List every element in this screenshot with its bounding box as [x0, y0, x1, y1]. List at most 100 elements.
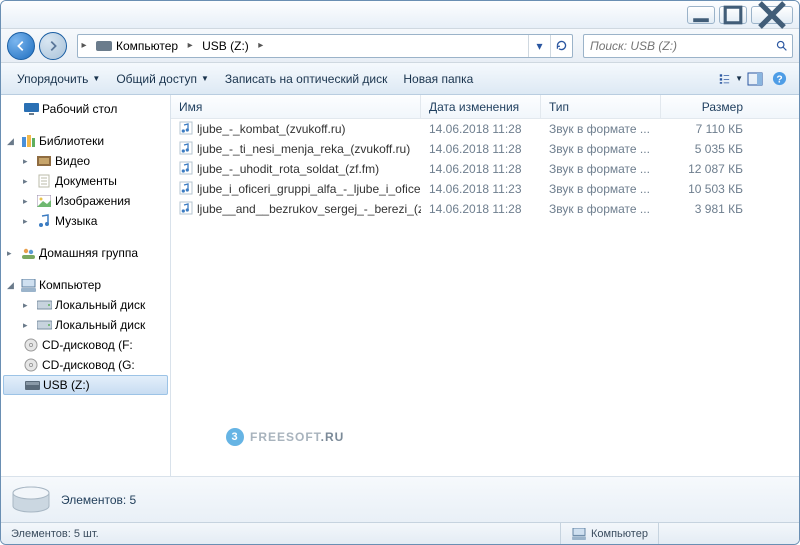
organize-menu[interactable]: Упорядочить ▼	[9, 68, 108, 90]
file-row[interactable]: ljube_-_ti_nesi_menja_reka_(zvukoff.ru)1…	[171, 139, 799, 159]
tree-label: USB (Z:)	[43, 378, 90, 392]
file-date: 14.06.2018 11:28	[421, 202, 541, 216]
audio-file-icon	[179, 181, 193, 198]
preview-pane-button[interactable]	[743, 67, 767, 91]
tree-video[interactable]: ▸Видео	[1, 151, 170, 171]
file-name: ljube_-_kombat_(zvukoff.ru)	[197, 122, 346, 136]
file-type: Звук в формате ...	[541, 122, 661, 136]
tree-cd-f[interactable]: CD-дисковод (F:	[1, 335, 170, 355]
watermark-badge: 3	[226, 428, 244, 446]
tree-label: Документы	[55, 174, 117, 188]
organize-label: Упорядочить	[17, 72, 88, 86]
audio-file-icon	[179, 161, 193, 178]
file-name: ljube_-_uhodit_rota_soldat_(zf.fm)	[197, 162, 379, 176]
chevron-right-icon[interactable]: ▸	[78, 40, 90, 51]
file-name-cell: ljube_-_kombat_(zvukoff.ru)	[171, 121, 421, 138]
file-name-cell: ljube_-_ti_nesi_menja_reka_(zvukoff.ru)	[171, 141, 421, 158]
share-menu[interactable]: Общий доступ▼	[108, 68, 217, 90]
cd-icon	[23, 357, 39, 373]
file-row[interactable]: ljube_-_kombat_(zvukoff.ru) 14.06.2018 11…	[171, 119, 799, 139]
file-type: Звук в формате ...	[541, 202, 661, 216]
view-options-button[interactable]: ▼	[719, 67, 743, 91]
file-list[interactable]: ljube_-_kombat_(zvukoff.ru) 14.06.2018 11…	[171, 119, 799, 476]
tree-usb-selected[interactable]: USB (Z:)	[3, 375, 168, 395]
breadcrumb-computer[interactable]: Компьютер	[90, 35, 184, 57]
expander-icon[interactable]: ▸	[7, 248, 17, 259]
computer-icon	[571, 526, 587, 542]
audio-file-icon	[179, 121, 193, 138]
tree-label: Локальный диск	[55, 318, 145, 332]
tree-label: Компьютер	[39, 278, 101, 292]
file-date: 14.06.2018 11:28	[421, 122, 541, 136]
refresh-button[interactable]	[550, 35, 572, 57]
tree-homegroup[interactable]: ▸ Домашняя группа	[1, 243, 170, 263]
back-button[interactable]	[7, 32, 35, 60]
tree-libraries[interactable]: ◢Библиотеки	[1, 131, 170, 151]
watermark-brand: FREESOFT	[250, 430, 321, 444]
expander-open-icon[interactable]: ◢	[7, 136, 17, 147]
tree-documents[interactable]: ▸ Документы	[1, 171, 170, 191]
column-date[interactable]: Дата изменения	[421, 95, 541, 118]
expander-icon[interactable]: ▸	[23, 196, 33, 207]
column-name[interactable]: Имя	[171, 95, 421, 118]
file-row[interactable]: ljube_i_oficeri_gruppi_alfa_-_ljube_i_of…	[171, 179, 799, 199]
new-folder-button[interactable]: Новая папка	[395, 68, 481, 90]
file-type: Звук в формате ...	[541, 142, 661, 156]
tree-cd-g[interactable]: CD-дисковод (G:	[1, 355, 170, 375]
chevron-right-icon[interactable]: ▸	[184, 40, 196, 51]
file-row[interactable]: ljube__and__bezrukov_sergej_-_berezi_(zv…	[171, 199, 799, 219]
file-size: 12 087 КБ	[661, 162, 751, 176]
computer-icon	[20, 277, 36, 293]
maximize-button[interactable]	[719, 6, 747, 24]
column-size[interactable]: Размер	[661, 95, 751, 118]
minimize-button[interactable]	[687, 6, 715, 24]
status-count: Элементов: 5 шт.	[11, 528, 99, 540]
drive-icon	[24, 377, 40, 393]
new-folder-label: Новая папка	[403, 72, 473, 86]
file-name-cell: ljube_-_uhodit_rota_soldat_(zf.fm)	[171, 161, 421, 178]
chevron-down-icon: ▼	[201, 74, 209, 83]
tree-label: Рабочий стол	[42, 102, 117, 116]
burn-button[interactable]: Записать на оптический диск	[217, 68, 396, 90]
tree-local-disk-1[interactable]: ▸Локальный диск	[1, 295, 170, 315]
expander-icon[interactable]: ▸	[23, 320, 33, 331]
address-dropdown-button[interactable]: ▾	[528, 35, 550, 57]
file-date: 14.06.2018 11:23	[421, 182, 541, 196]
search-box[interactable]	[583, 34, 793, 58]
breadcrumb-usb[interactable]: USB (Z:)	[196, 35, 255, 57]
tree-label: CD-дисковод (G:	[42, 358, 135, 372]
tree-pictures[interactable]: ▸ Изображения	[1, 191, 170, 211]
toolbar: Упорядочить ▼ Общий доступ▼ Записать на о…	[1, 63, 799, 95]
status-bar: Элементов: 5 шт. Компьютер	[1, 522, 799, 544]
file-row[interactable]: ljube_-_uhodit_rota_soldat_(zf.fm) 14.06.…	[171, 159, 799, 179]
column-type[interactable]: Тип	[541, 95, 661, 118]
address-bar[interactable]: ▸ Компьютер ▸ USB (Z:) ▸ ▾	[77, 34, 573, 58]
tree-music[interactable]: ▸Музыка	[1, 211, 170, 231]
libraries-icon	[20, 133, 36, 149]
tree-label: Домашняя группа	[39, 246, 138, 260]
tree-desktop[interactable]: Рабочий стол	[1, 99, 170, 119]
expander-icon[interactable]: ▸	[23, 216, 33, 227]
file-date: 14.06.2018 11:28	[421, 162, 541, 176]
expander-icon[interactable]: ▸	[23, 176, 33, 187]
tree-label: Изображения	[55, 194, 130, 208]
file-size: 10 503 КБ	[661, 182, 751, 196]
file-type: Звук в формате ...	[541, 162, 661, 176]
file-size: 7 110 КБ	[661, 122, 751, 136]
expander-icon[interactable]: ▸	[23, 156, 33, 167]
search-input[interactable]	[584, 39, 770, 53]
expander-icon[interactable]: ▸	[23, 300, 33, 311]
status-location: Компьютер	[591, 528, 648, 540]
expander-open-icon[interactable]: ◢	[7, 280, 17, 291]
tree-local-disk-2[interactable]: ▸ Локальный диск	[1, 315, 170, 335]
tree-label: CD-дисковод (F:	[42, 338, 133, 352]
search-icon[interactable]	[770, 35, 792, 57]
chevron-down-icon: ▼	[92, 74, 100, 83]
hdd-icon	[36, 317, 52, 333]
drive-large-icon	[11, 486, 51, 514]
help-button[interactable]: ?	[767, 67, 791, 91]
forward-button[interactable]	[39, 32, 67, 60]
close-button[interactable]	[751, 6, 793, 24]
tree-computer[interactable]: ◢ Компьютер	[1, 275, 170, 295]
chevron-right-icon[interactable]: ▸	[255, 40, 267, 51]
